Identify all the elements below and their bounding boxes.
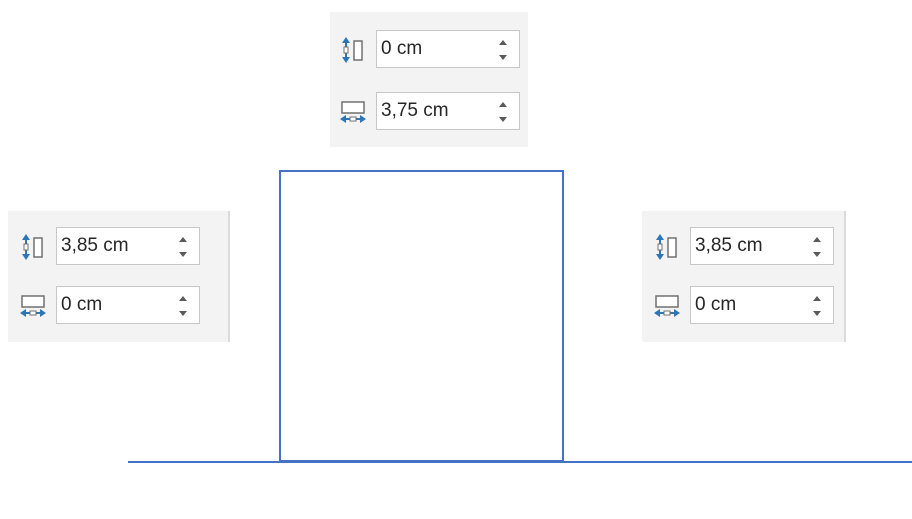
shape-height-value[interactable]: 3,85 cm [61, 228, 129, 264]
shape-height-field[interactable]: 0 cm [376, 30, 520, 68]
shape-height-row: 0 cm [340, 30, 530, 70]
shape-width-row: 0 cm [20, 286, 220, 326]
size-panel-right: 3,85 cm 0 cm [642, 211, 846, 342]
chevron-up-icon[interactable] [497, 36, 509, 48]
chevron-down-icon[interactable] [177, 247, 189, 259]
chevron-down-icon[interactable] [811, 247, 823, 259]
shape-width-field[interactable]: 0 cm [56, 286, 200, 324]
shape-height-icon [20, 234, 46, 260]
shape-width-field[interactable]: 3,75 cm [376, 92, 520, 130]
chevron-up-icon[interactable] [497, 98, 509, 110]
shape-height-field[interactable]: 3,85 cm [56, 227, 200, 265]
shape-width-icon [20, 293, 46, 319]
shape-height-value[interactable]: 0 cm [381, 31, 422, 67]
shape-width-icon [654, 293, 680, 319]
chevron-down-icon[interactable] [497, 50, 509, 62]
shape-width-value[interactable]: 0 cm [695, 287, 736, 323]
chevron-up-icon[interactable] [811, 233, 823, 245]
shape-height-icon [654, 234, 680, 260]
chevron-down-icon[interactable] [497, 112, 509, 124]
panel-divider [844, 211, 846, 342]
shape-height-value[interactable]: 3,85 cm [695, 228, 763, 264]
size-panel-left: 3,85 cm 0 cm [8, 211, 230, 342]
shape-height-field[interactable]: 3,85 cm [690, 227, 834, 265]
panel-divider [228, 211, 230, 342]
shape-width-value[interactable]: 3,75 cm [381, 93, 449, 129]
chevron-up-icon[interactable] [811, 292, 823, 304]
shape-height-row: 3,85 cm [20, 227, 220, 267]
chevron-down-icon[interactable] [811, 306, 823, 318]
shape-width-row: 3,75 cm [340, 92, 530, 132]
shape-width-icon [340, 99, 366, 125]
rectangle-shape[interactable] [279, 170, 564, 462]
chevron-up-icon[interactable] [177, 233, 189, 245]
shape-width-field[interactable]: 0 cm [690, 286, 834, 324]
shape-width-row: 0 cm [654, 286, 844, 326]
size-panel-top: 0 cm 3,75 cm [330, 12, 528, 147]
shape-width-value[interactable]: 0 cm [61, 287, 102, 323]
chevron-down-icon[interactable] [177, 306, 189, 318]
shape-height-row: 3,85 cm [654, 227, 844, 267]
chevron-up-icon[interactable] [177, 292, 189, 304]
shape-height-icon [340, 37, 366, 63]
